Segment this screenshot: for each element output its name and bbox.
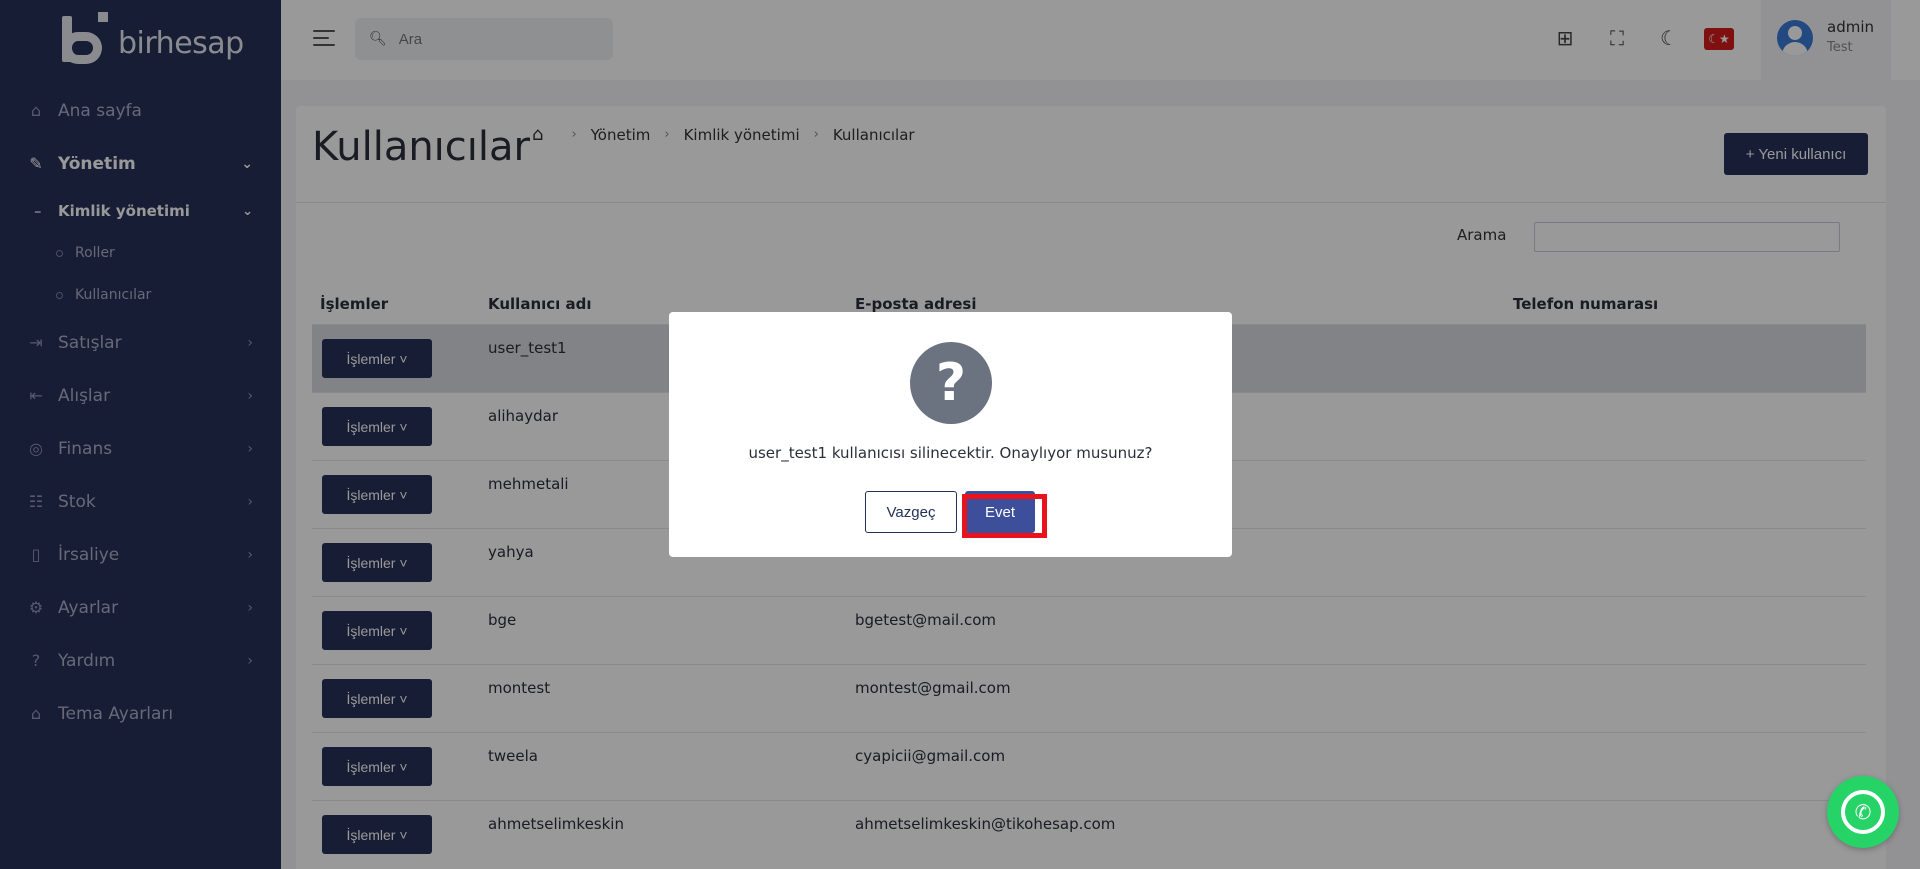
whatsapp-button[interactable]: ✆ — [1827, 776, 1899, 848]
question-icon: ? — [910, 342, 992, 424]
whatsapp-icon: ✆ — [1841, 790, 1885, 834]
delete-confirm-dialog: ? user_test1 kullanıcısı silinecektir. O… — [669, 312, 1232, 557]
cancel-button[interactable]: Vazgeç — [865, 491, 957, 533]
highlight-box — [962, 494, 1047, 538]
dialog-message: user_test1 kullanıcısı silinecektir. Ona… — [748, 444, 1153, 462]
